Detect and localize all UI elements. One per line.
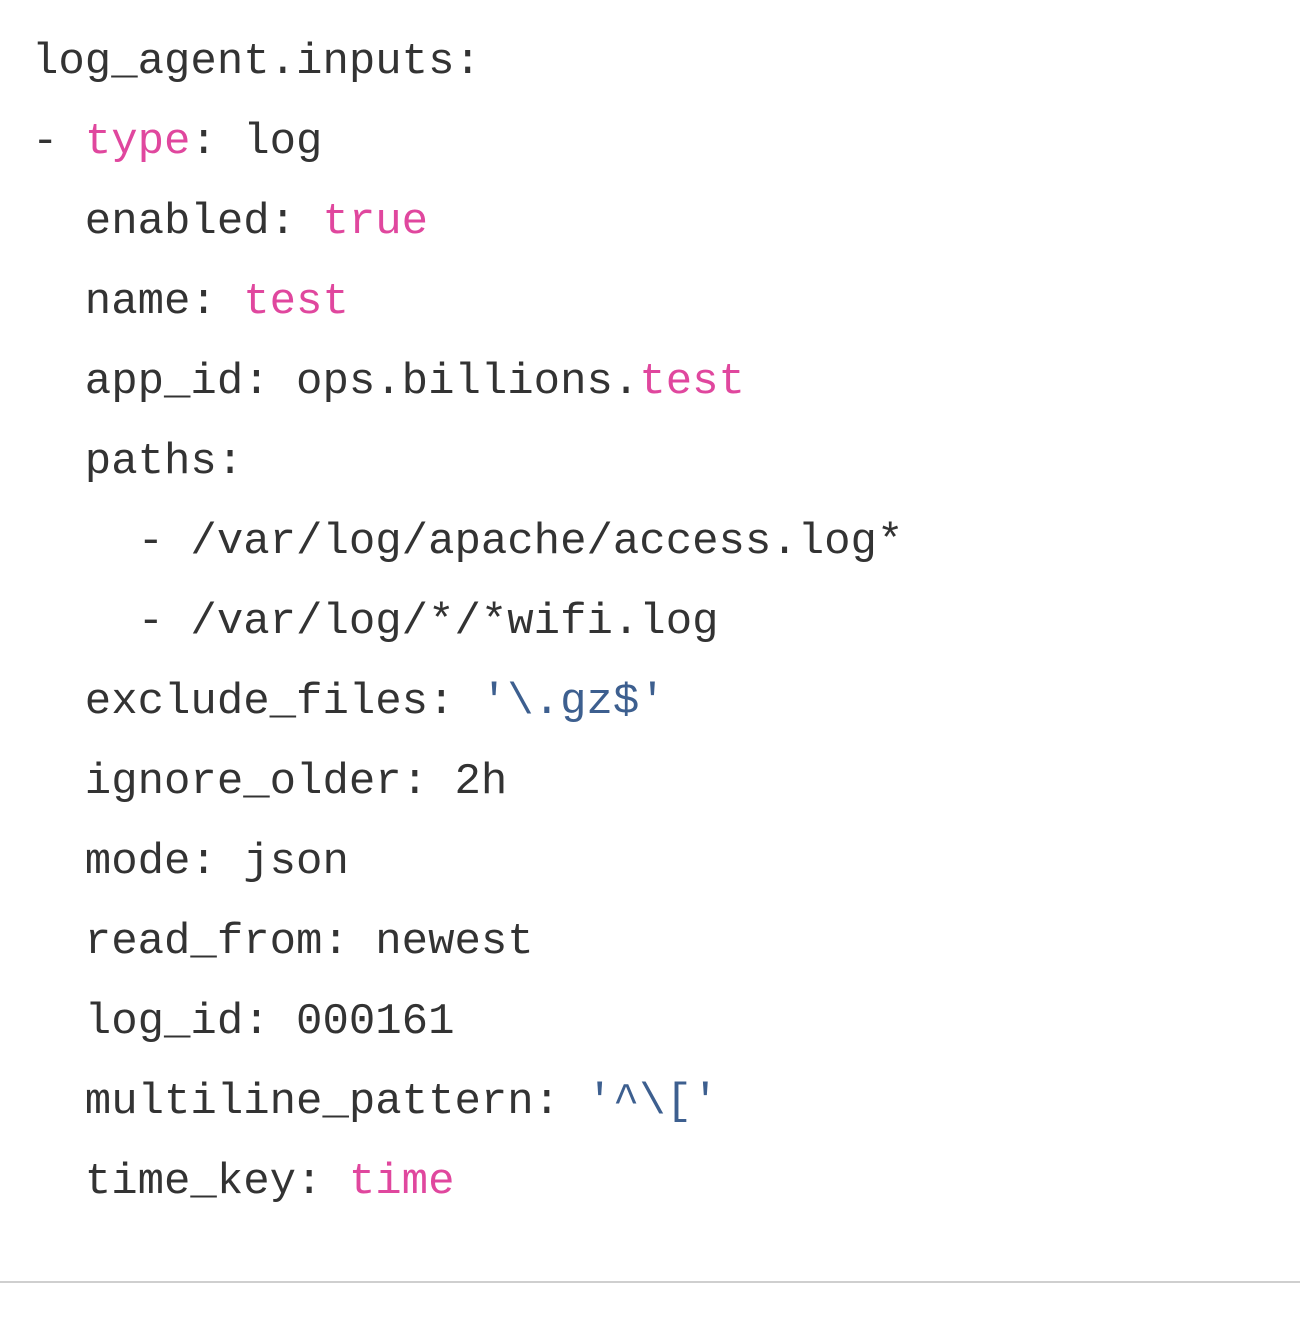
code-token: read_from: newest — [32, 917, 534, 967]
code-token: mode: json — [32, 837, 349, 887]
code-line: - /var/log/apache/access.log* — [32, 502, 1282, 582]
code-token: enabled: — [32, 197, 323, 247]
code-line: time_key: time — [32, 1142, 1282, 1222]
code-token: '\.gz$' — [480, 677, 666, 727]
code-token: - /var/log/apache/access.log* — [32, 517, 904, 567]
code-line: ignore_older: 2h — [32, 742, 1282, 822]
code-token: true — [322, 197, 429, 247]
code-token: log_agent.inputs: — [32, 37, 481, 87]
code-token: type — [84, 117, 191, 167]
code-token: paths: — [32, 437, 244, 487]
code-token: time — [348, 1157, 455, 1207]
code-line: - /var/log/*/*wifi.log — [32, 582, 1282, 662]
code-token: exclude_files: — [32, 677, 481, 727]
code-token: app_id: ops.billions. — [32, 357, 640, 407]
code-line: app_id: ops.billions.test — [32, 342, 1282, 422]
code-line: multiline_pattern: '^\[' — [32, 1062, 1282, 1142]
code-line: exclude_files: '\.gz$' — [32, 662, 1282, 742]
code-token: ignore_older: 2h — [32, 757, 508, 807]
code-token: : log — [190, 117, 323, 167]
code-line: log_agent.inputs: — [32, 22, 1282, 102]
code-token: '^\[' — [586, 1077, 719, 1127]
code-line: name: test — [32, 262, 1282, 342]
code-token: - — [32, 117, 85, 167]
code-token: multiline_pattern: — [32, 1077, 587, 1127]
code-line: - type: log — [32, 102, 1282, 182]
yaml-code-block: log_agent.inputs: - type: log enabled: tr… — [32, 22, 1282, 1222]
code-token: name: — [32, 277, 244, 327]
code-token: log_id: 000161 — [32, 997, 455, 1047]
code-token: - /var/log/*/*wifi.log — [32, 597, 719, 647]
code-token: test — [639, 357, 745, 407]
code-line: mode: json — [32, 822, 1282, 902]
code-line: enabled: true — [32, 182, 1282, 262]
divider — [0, 1281, 1300, 1283]
code-line: read_from: newest — [32, 902, 1282, 982]
code-line: paths: — [32, 422, 1282, 502]
code-line: log_id: 000161 — [32, 982, 1282, 1062]
code-token: test — [243, 277, 349, 327]
code-token: time_key: — [32, 1157, 349, 1207]
